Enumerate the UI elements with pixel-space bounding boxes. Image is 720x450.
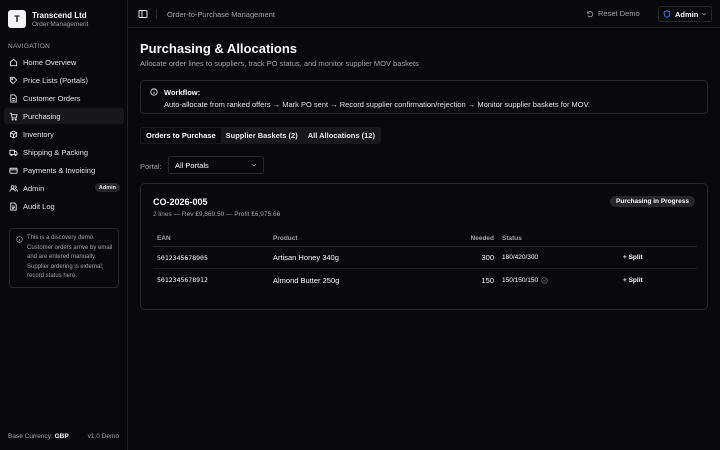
row-status: 180/420/300 bbox=[502, 254, 538, 261]
sidebar-item-audit-log[interactable]: Audit Log bbox=[4, 198, 124, 214]
column-needed: Needed bbox=[470, 234, 494, 242]
sidebar-item-label: Purchasing bbox=[23, 111, 61, 121]
purchasing-tabs: Orders to Purchase Supplier Baskets (2) … bbox=[140, 127, 381, 144]
chevron-down-icon bbox=[701, 12, 707, 16]
sidebar-item-price-lists[interactable]: Price Lists (Portals) bbox=[4, 72, 124, 88]
users-icon bbox=[8, 183, 18, 193]
order-id: CO-2026-005 bbox=[153, 197, 208, 207]
sidebar-nav: Home Overview Price Lists (Portals) Cust… bbox=[4, 54, 124, 216]
row-needed: 150 bbox=[481, 275, 494, 285]
truck-icon bbox=[8, 147, 18, 157]
column-status: Status bbox=[502, 234, 522, 242]
table-row: 5012345678905 Artisan Honey 340g 300 180… bbox=[153, 247, 697, 269]
topbar-divider bbox=[156, 9, 157, 19]
split-button[interactable]: + Split bbox=[623, 277, 643, 284]
sidebar-item-label: Audit Log bbox=[23, 201, 55, 211]
info-icon bbox=[150, 88, 158, 96]
sidebar-item-customer-orders[interactable]: Customer Orders bbox=[4, 90, 124, 106]
check-circle-icon bbox=[541, 276, 548, 284]
sidebar-item-label: Home Overview bbox=[23, 57, 77, 67]
sidebar-item-shipping[interactable]: Shipping & Packing bbox=[4, 144, 124, 160]
sidebar-item-label: Shipping & Packing bbox=[23, 147, 89, 157]
base-currency: Base Currency: GBP bbox=[8, 433, 69, 440]
row-status-value: 180/420/300 bbox=[502, 254, 539, 261]
user-role-label: Admin bbox=[675, 9, 699, 19]
sidebar: T Transcend Ltd Order Management NAVIGAT… bbox=[0, 0, 128, 450]
topbar-title: Order-to-Purchase Management bbox=[167, 10, 275, 19]
row-status: 150/150/150 bbox=[502, 277, 548, 284]
user-role-select[interactable]: Admin bbox=[658, 6, 712, 22]
app-version: v1.0 Demo bbox=[87, 433, 119, 440]
brand-name: Transcend Ltd bbox=[32, 10, 87, 20]
order-meta: 2 lines — Rev £9,869.50 — Profit £6,975.… bbox=[153, 211, 281, 218]
workflow-alert: Workflow: Auto-allocate from ranked offe… bbox=[140, 80, 708, 114]
base-currency-label: Base Currency: bbox=[8, 433, 53, 440]
sidebar-item-purchasing[interactable]: Purchasing bbox=[4, 108, 124, 124]
sidebar-item-inventory[interactable]: Inventory bbox=[4, 126, 124, 142]
brand-logo: T bbox=[8, 10, 26, 28]
order-card: CO-2026-005 2 lines — Rev £9,869.50 — Pr… bbox=[140, 183, 708, 310]
row-needed: 300 bbox=[481, 253, 494, 262]
sidebar-item-label: Customer Orders bbox=[23, 93, 81, 103]
sidebar-footer: Base Currency: GBP v1.0 Demo bbox=[8, 433, 119, 440]
sidebar-item-label: Payments & Invoicing bbox=[23, 165, 96, 175]
order-lines-table: EAN Product Needed Status 5012345678905 … bbox=[153, 230, 697, 291]
sidebar-item-label: Price Lists (Portals) bbox=[23, 75, 89, 85]
table-header: EAN Product Needed Status bbox=[153, 230, 697, 247]
demo-info-text: This is a discovery demo. Customer order… bbox=[27, 235, 113, 279]
card-icon bbox=[8, 165, 18, 175]
row-product: Artisan Honey 340g bbox=[273, 253, 339, 262]
demo-info-box: This is a discovery demo. Customer order… bbox=[9, 228, 119, 288]
table-row: 5012345678912 Almond Butter 250g 150 150… bbox=[153, 269, 697, 291]
box-icon bbox=[8, 129, 18, 139]
sidebar-item-admin[interactable]: Admin Admin bbox=[4, 180, 124, 196]
page-subtitle: Allocate order lines to suppliers, track… bbox=[140, 59, 419, 68]
file-icon bbox=[8, 93, 18, 103]
column-ean: EAN bbox=[157, 234, 171, 242]
info-icon bbox=[16, 236, 23, 243]
nav-heading: NAVIGATION bbox=[8, 43, 51, 50]
admin-badge: Admin bbox=[94, 183, 120, 192]
brand[interactable]: T Transcend Ltd Order Management bbox=[0, 0, 127, 30]
portal-select-value: All Portals bbox=[175, 160, 209, 170]
tab-all-allocations[interactable]: All Allocations (12) bbox=[303, 128, 380, 143]
row-status-value: 150/150/150 bbox=[502, 276, 539, 284]
tab-supplier-baskets[interactable]: Supplier Baskets (2) bbox=[221, 128, 303, 143]
sidebar-item-label: Admin bbox=[23, 183, 45, 193]
page-title: Purchasing & Allocations bbox=[140, 41, 297, 56]
sidebar-item-label: Inventory bbox=[23, 129, 54, 139]
reset-demo-label: Reset Demo bbox=[598, 9, 640, 18]
brand-subtitle: Order Management bbox=[32, 20, 89, 28]
tag-icon bbox=[8, 75, 18, 85]
row-ean: 5012345678905 bbox=[157, 253, 208, 262]
topbar: Order-to-Purchase Management Reset Demo … bbox=[128, 0, 720, 28]
column-product: Product bbox=[273, 234, 298, 242]
cart-icon bbox=[8, 111, 18, 121]
portal-label: Portal: bbox=[140, 162, 162, 171]
workflow-title: Workflow: bbox=[164, 88, 201, 97]
status-badge: Purchasing in Progress bbox=[610, 196, 695, 207]
sidebar-toggle-icon[interactable] bbox=[138, 9, 148, 19]
reset-icon bbox=[587, 10, 594, 17]
home-icon bbox=[8, 57, 18, 67]
sidebar-item-home[interactable]: Home Overview bbox=[4, 54, 124, 70]
row-product: Almond Butter 250g bbox=[273, 275, 340, 285]
portal-select[interactable]: All Portals bbox=[168, 156, 264, 174]
split-button[interactable]: + Split bbox=[623, 254, 643, 261]
chevron-down-icon bbox=[251, 163, 257, 167]
sidebar-item-payments[interactable]: Payments & Invoicing bbox=[4, 162, 124, 178]
reset-demo-button[interactable]: Reset Demo bbox=[586, 9, 640, 18]
base-currency-value: GBP bbox=[54, 433, 69, 440]
row-ean: 5012345678912 bbox=[157, 276, 208, 284]
tab-orders-to-purchase[interactable]: Orders to Purchase bbox=[141, 128, 221, 143]
shield-icon bbox=[663, 10, 671, 18]
workflow-text: Auto-allocate from ranked offers → Mark … bbox=[164, 100, 591, 109]
log-icon bbox=[8, 201, 18, 211]
